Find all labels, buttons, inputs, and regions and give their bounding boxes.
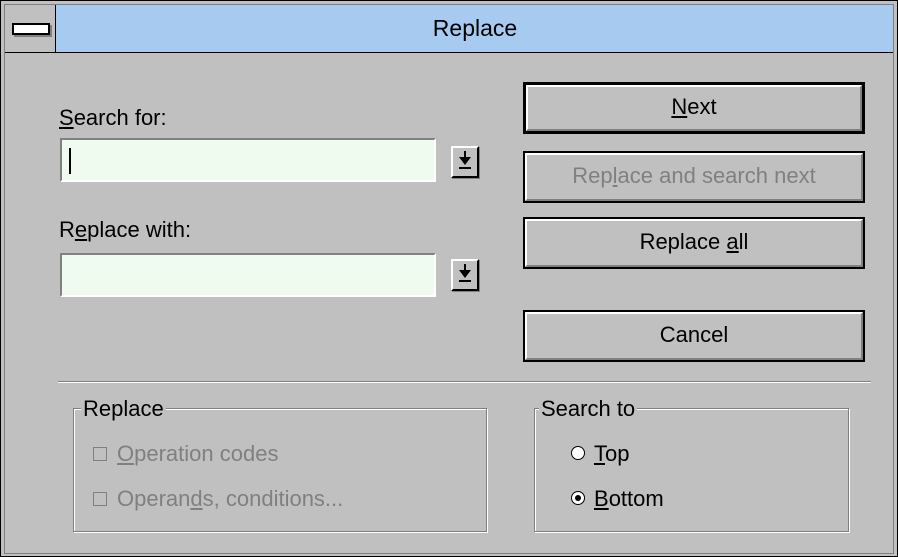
operands-conditions-checkbox[interactable] <box>93 492 107 506</box>
search-for-field[interactable] <box>68 144 422 178</box>
bottom-radio-label[interactable]: Bottom <box>594 486 664 512</box>
replace-options-group <box>73 408 487 532</box>
search-history-dropdown[interactable] <box>451 146 479 178</box>
operation-codes-label[interactable]: Operation codes <box>117 441 278 467</box>
system-menu-icon <box>12 23 50 35</box>
replace-all-button[interactable]: Replace all <box>523 217 865 269</box>
separator-highlight <box>58 382 871 383</box>
dropdown-arrow-icon <box>453 264 477 282</box>
replace-dialog: Replace Search for: Replace with: Next R… <box>0 0 898 557</box>
title-bar: Replace <box>4 4 894 53</box>
replace-and-search-next-button[interactable]: Replace and search next <box>523 151 865 203</box>
replace-group-title: Replace <box>81 396 166 422</box>
bottom-radio[interactable] <box>571 491 585 505</box>
replace-with-field[interactable] <box>68 259 422 293</box>
window-title: Replace <box>432 15 518 41</box>
search-to-group-title: Search to <box>539 396 638 422</box>
top-radio[interactable] <box>571 446 585 460</box>
dropdown-arrow-icon <box>453 151 477 169</box>
next-button[interactable]: Next <box>523 82 865 134</box>
search-for-input[interactable] <box>60 138 436 182</box>
system-menu-button[interactable] <box>4 4 56 52</box>
operation-codes-checkbox[interactable] <box>93 447 107 461</box>
replace-history-dropdown[interactable] <box>451 259 479 291</box>
replace-with-input[interactable] <box>60 253 436 297</box>
operands-conditions-label[interactable]: Operands, conditions... <box>117 486 343 512</box>
replace-with-label: Replace with: <box>59 217 192 242</box>
cancel-button[interactable]: Cancel <box>523 310 865 362</box>
top-radio-label[interactable]: Top <box>594 441 629 467</box>
search-to-group <box>534 408 849 532</box>
search-for-label: Search for: <box>59 105 167 130</box>
